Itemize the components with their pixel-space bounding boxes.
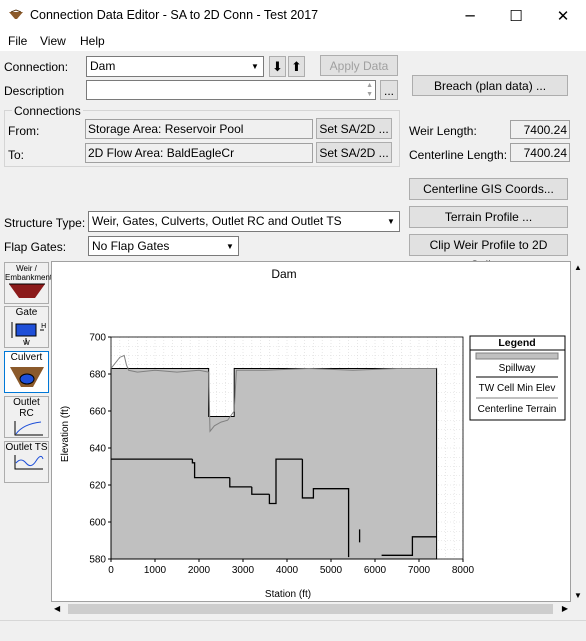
x-tick-label: 2000 xyxy=(188,565,211,576)
chart-title: Dam xyxy=(271,267,296,281)
outlet-ts-label: Outlet TS xyxy=(5,442,48,453)
weir-length-label: Weir Length: xyxy=(409,124,477,138)
y-axis-label: Elevation (ft) xyxy=(60,406,71,462)
legend-title: Legend xyxy=(498,337,535,349)
x-tick-label: 7000 xyxy=(408,565,431,576)
horizontal-scrollbar[interactable]: ◀ ▶ xyxy=(51,602,571,617)
y-tick-label: 700 xyxy=(89,333,106,344)
terrain-profile-button[interactable]: Terrain Profile ... xyxy=(409,206,568,228)
weir-embankment-tool[interactable]: Weir / Embankment xyxy=(4,262,53,304)
x-tick-label: 1000 xyxy=(144,565,167,576)
next-connection-button[interactable]: ⬇ xyxy=(269,56,286,77)
flap-gates-label: Flap Gates: xyxy=(4,240,67,254)
outlet-rc-icon xyxy=(14,421,43,436)
structure-type-label: Structure Type: xyxy=(4,216,86,230)
legend-spillway-swatch xyxy=(475,352,559,360)
scroll-down-icon[interactable]: ▼ xyxy=(574,591,582,600)
culvert-tool[interactable]: Culvert xyxy=(4,351,49,393)
window-title: Connection Data Editor - SA to 2D Conn -… xyxy=(30,8,319,22)
x-tick-label: 0 xyxy=(108,565,114,576)
dam-profile-chart: 0 1000 2000 3000 4000 5000 6000 7000 8000 580 600 6… xyxy=(60,267,566,600)
y-tick-label: 600 xyxy=(89,518,106,529)
x-axis-label: Station (ft) xyxy=(265,589,311,600)
to-label: To: xyxy=(8,148,25,162)
x-tick-label: 8000 xyxy=(452,565,475,576)
chart-series xyxy=(110,354,438,560)
centerline-length-value: 7400.24 xyxy=(510,143,570,162)
to-field: 2D Flow Area: BaldEagleCr xyxy=(85,143,313,163)
culvert-label: Culvert xyxy=(10,352,43,363)
status-bar xyxy=(0,620,586,641)
y-tick-label: 660 xyxy=(89,407,106,418)
scroll-left-icon[interactable]: ◀ xyxy=(54,604,60,613)
breach-button[interactable]: Breach (plan data) ... xyxy=(412,75,568,96)
connection-select[interactable]: Dam ▼ xyxy=(86,56,264,77)
y-tick-label: 580 xyxy=(89,555,106,566)
y-tick-label: 620 xyxy=(89,481,106,492)
connection-label: Connection: xyxy=(4,60,69,74)
weir-length-value: 7400.24 xyxy=(510,120,570,139)
x-tick-label: 6000 xyxy=(364,565,387,576)
chart-legend: Legend Spillway TW Cell Min Elev Centerl… xyxy=(469,335,566,421)
description-label: Description xyxy=(4,84,65,98)
svg-text:H: H xyxy=(41,322,46,330)
structure-toolbox: Weir / Embankment Gate HW Culvert Outlet… xyxy=(2,262,53,620)
scroll-up-icon[interactable]: ▲ xyxy=(574,263,582,272)
vertical-scrollbar[interactable]: ▲ ▼ xyxy=(571,261,586,602)
app-icon xyxy=(8,9,24,24)
plot-frame: 0 1000 2000 3000 4000 5000 6000 7000 8000 580 600 6… xyxy=(51,261,571,602)
from-label: From: xyxy=(8,124,40,138)
chevron-down-icon: ▼ xyxy=(251,62,259,71)
close-button[interactable]: ✕ xyxy=(540,0,586,31)
description-input[interactable]: ▲ ▼ xyxy=(86,80,376,100)
svg-text:W: W xyxy=(23,339,30,346)
legend-tw-label: TW Cell Min Elev xyxy=(479,383,556,394)
y-tick-label: 640 xyxy=(89,444,106,455)
x-tick-label: 4000 xyxy=(276,565,299,576)
scroll-thumb[interactable] xyxy=(68,604,553,614)
set-to-button[interactable]: Set SA/2D ... xyxy=(316,142,392,163)
outlet-ts-tool[interactable]: Outlet TS xyxy=(4,441,49,483)
centerline-length-label: Centerline Length: xyxy=(409,148,508,162)
menu-view[interactable]: View xyxy=(40,34,66,48)
outlet-ts-icon xyxy=(14,455,43,470)
chevron-down-icon: ▼ xyxy=(226,241,234,251)
connection-value: Dam xyxy=(90,59,116,73)
set-from-button[interactable]: Set SA/2D ... xyxy=(316,118,392,139)
menu-help[interactable]: Help xyxy=(80,34,105,48)
culvert-icon xyxy=(9,367,44,387)
down-arrow-icon: ⬇ xyxy=(272,59,283,74)
weir-embankment-icon xyxy=(8,283,45,298)
apply-data-button[interactable]: Apply Data xyxy=(320,55,398,76)
gate-icon: HW xyxy=(11,322,46,347)
centerline-gis-button[interactable]: Centerline GIS Coords... xyxy=(409,178,568,200)
x-tick-label: 5000 xyxy=(320,565,343,576)
gate-label: Gate xyxy=(15,307,38,318)
legend-spillway-label: Spillway xyxy=(499,363,536,374)
y-tick-label: 680 xyxy=(89,370,106,381)
chevron-down-icon: ▼ xyxy=(387,217,395,226)
legend-terrain-label: Centerline Terrain xyxy=(478,404,557,415)
menu-file[interactable]: File xyxy=(8,34,27,48)
minimize-button[interactable]: ─ xyxy=(447,0,493,31)
from-field: Storage Area: Reservoir Pool xyxy=(85,119,313,139)
spillway-area xyxy=(110,367,438,560)
flap-gates-select[interactable]: No Flap Gates ▼ xyxy=(88,236,239,256)
description-ellipsis-button[interactable]: ... xyxy=(380,80,398,100)
outlet-rc-tool[interactable]: Outlet RC xyxy=(4,396,49,438)
x-tick-label: 3000 xyxy=(232,565,255,576)
weir-embankment-label: Weir / Embankment xyxy=(5,264,53,282)
clip-weir-button[interactable]: Clip Weir Profile to 2D Cells... xyxy=(409,234,568,272)
structure-type-select[interactable]: Weir, Gates, Culverts, Outlet RC and Out… xyxy=(88,211,400,232)
gate-tool[interactable]: Gate HW xyxy=(4,306,49,348)
spin-icon[interactable]: ▲ ▼ xyxy=(366,81,373,99)
outlet-rc-label: Outlet RC xyxy=(13,397,40,419)
scroll-right-icon[interactable]: ▶ xyxy=(562,604,568,613)
previous-connection-button[interactable]: ⬆ xyxy=(288,56,305,77)
connections-group-title: Connections xyxy=(12,104,83,118)
maximize-button[interactable]: ☐ xyxy=(493,0,539,31)
up-arrow-icon: ⬆ xyxy=(291,59,302,74)
